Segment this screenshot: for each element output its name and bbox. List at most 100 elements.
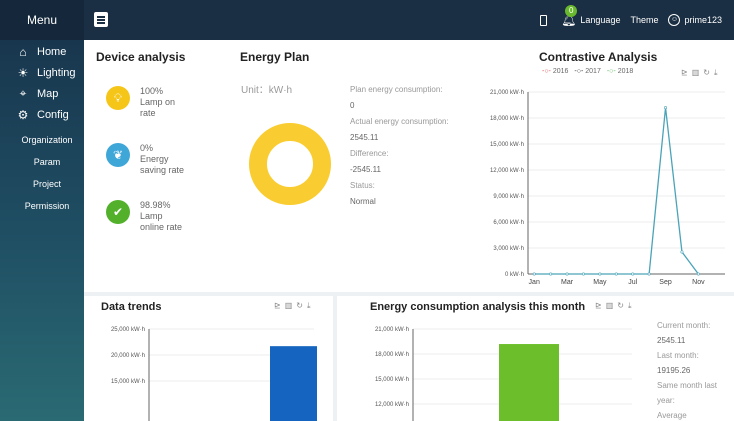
trends-toolbox[interactable]: ⊵▥↻⤓ [274, 301, 315, 311]
device-analysis-title: Device analysis [96, 50, 186, 64]
home-icon: ⌂ [19, 44, 27, 59]
theme-link[interactable]: Theme [630, 15, 658, 25]
y-tick-label: 20,000 kW·h [111, 353, 145, 359]
legend-2016: -○- 2016 [542, 68, 569, 75]
user-icon: ☺ [668, 14, 681, 26]
sidebar-item-label: Lighting [37, 66, 76, 79]
line-chart-icon: ⊵ [595, 301, 606, 310]
data-point [664, 106, 668, 110]
data-point [614, 272, 618, 276]
y-tick-label: 18,000 kW·h [490, 116, 524, 122]
menu-title: Menu [0, 0, 84, 40]
bar-chart-icon: ▥ [605, 301, 618, 310]
data-trends-title: Data trends [101, 301, 162, 313]
x-tick-label: Jul [628, 279, 637, 286]
plan-info: Plan energy consumption: 0 Actual energy… [350, 85, 449, 206]
contrastive-chart: 21,000 kW·h 18,000 kW·h 15,000 kW·h 12,000 … [490, 90, 725, 286]
y-tick-label: 15,000 kW·h [111, 379, 145, 385]
legend-2018: -○- 2018 [606, 68, 634, 75]
refresh-icon: ↻ [617, 301, 628, 310]
bar [270, 346, 317, 421]
bulb-icon: 💡︎ [106, 86, 130, 110]
y-tick-label: 21,000 kW·h [490, 90, 524, 96]
y-tick-label: 25,000 kW·h [111, 327, 145, 333]
top-bar: 🔔︎ 0 Language Theme ☺ prime123 [84, 0, 734, 40]
data-point [598, 272, 602, 276]
energy-plan-title: Energy Plan [240, 50, 310, 64]
user-name[interactable]: prime123 [684, 15, 722, 25]
sidebar-sub-permission[interactable]: Permission [0, 195, 84, 217]
legend-2017: -○- 2017 [574, 68, 601, 75]
monthly-chart: 21,000 kW·h 18,000 kW·h 15,000 kW·h 12,000 … [375, 327, 632, 421]
y-tick-label: 15,000 kW·h [375, 377, 409, 383]
refresh-icon: ↻ [296, 301, 307, 310]
sidebar-item-label: Config [37, 108, 69, 121]
sidebar: Menu ⌂ Home ☀ Lighting ⌖ Map ⚙ Config Or… [0, 0, 84, 421]
x-tick-label: Jan [529, 279, 540, 286]
data-point [631, 272, 635, 276]
contrastive-toolbox[interactable]: ⊵▥↻⤓ [681, 68, 722, 78]
data-point [532, 272, 536, 276]
data-point [647, 272, 651, 276]
x-tick-label: Nov [692, 279, 705, 286]
stat-lamp-on-rate: 💡︎ 100% Lamp on rate [106, 86, 210, 119]
plan-ring-chart [249, 123, 331, 205]
monthly-info: Current month: 2545.11 Last month: 19195… [657, 321, 718, 420]
y-tick-label: 21,000 kW·h [375, 327, 409, 333]
y-tick-label: 12,000 kW·h [490, 168, 524, 174]
contrastive-title: Contrastive Analysis [539, 50, 658, 64]
monthly-title: Energy consumption analysis this month [370, 301, 586, 313]
y-tick-label: 9,000 kW·h [493, 194, 524, 200]
leaf-icon: ❦ [106, 143, 130, 167]
language-link[interactable]: Language [580, 15, 620, 25]
notification-badge: 0 [565, 5, 578, 17]
data-trends-chart: 25,000 kW·h 20,000 kW·h 15,000 kW·h [111, 327, 317, 421]
data-trends-card: Data trends ⊵▥↻⤓ 25,000 kW·h 20,000 kW·h 1… [84, 296, 333, 421]
sidebar-sub-organization[interactable]: Organization [0, 129, 84, 151]
data-point [549, 272, 553, 276]
data-point [696, 272, 700, 276]
data-point [680, 250, 684, 254]
y-tick-label: 0 kW·h [505, 272, 524, 278]
y-tick-label: 3,000 kW·h [493, 246, 524, 252]
sidebar-item-map[interactable]: ⌖ Map [0, 84, 84, 103]
x-tick-label: May [593, 279, 607, 286]
contrastive-legend[interactable]: -○- 2016 -○- 2017 -○- 2018 [542, 68, 633, 75]
x-tick-label: Mar [561, 279, 574, 286]
menu-toggle-icon[interactable] [94, 12, 108, 27]
sidebar-item-label: Map [37, 87, 59, 100]
top-card: Device analysis 💡︎ 100% Lamp on rate ❦ 0% E… [84, 40, 734, 292]
download-icon: ⤓ [713, 68, 722, 77]
sun-icon: ☀ [17, 65, 29, 80]
monthly-analysis-card: Energy consumption analysis this month ⊵… [337, 296, 734, 421]
data-point [565, 272, 569, 276]
y-tick-label: 15,000 kW·h [490, 142, 524, 148]
y-tick-label: 18,000 kW·h [375, 352, 409, 358]
bar [499, 344, 559, 421]
check-icon: ✔ [106, 200, 130, 224]
y-tick-label: 12,000 kW·h [375, 402, 409, 408]
sidebar-sub-param[interactable]: Param [0, 151, 84, 173]
sidebar-item-home[interactable]: ⌂ Home [0, 42, 84, 61]
bar-chart-icon: ▥ [284, 301, 297, 310]
sidebar-sub-project[interactable]: Project [0, 173, 84, 195]
bar-chart-icon: ▥ [691, 68, 704, 77]
refresh-icon: ↻ [703, 68, 714, 77]
data-point [581, 272, 585, 276]
phone-icon[interactable] [540, 14, 548, 26]
monthly-toolbox[interactable]: ⊵▥↻⤓ [595, 301, 636, 311]
stat-lamp-online-rate: ✔ 98.98% Lamp online rate [106, 200, 210, 233]
sidebar-item-config[interactable]: ⚙ Config [0, 105, 84, 124]
y-tick-label: 6,000 kW·h [493, 220, 524, 226]
series-line-2018 [534, 107, 699, 275]
sidebar-item-lighting[interactable]: ☀ Lighting [0, 63, 84, 82]
plan-unit: Unit：kW·h [241, 85, 293, 96]
bell-icon[interactable]: 🔔︎ 0 [561, 5, 578, 27]
stat-energy-saving-rate: ❦ 0% Energy saving rate [106, 143, 210, 176]
line-chart-icon: ⊵ [274, 301, 285, 310]
line-chart-icon: ⊵ [681, 68, 692, 77]
map-icon: ⌖ [19, 86, 27, 100]
download-icon: ⤓ [306, 301, 315, 310]
x-tick-label: Sep [659, 279, 672, 286]
sidebar-item-label: Home [37, 45, 67, 58]
